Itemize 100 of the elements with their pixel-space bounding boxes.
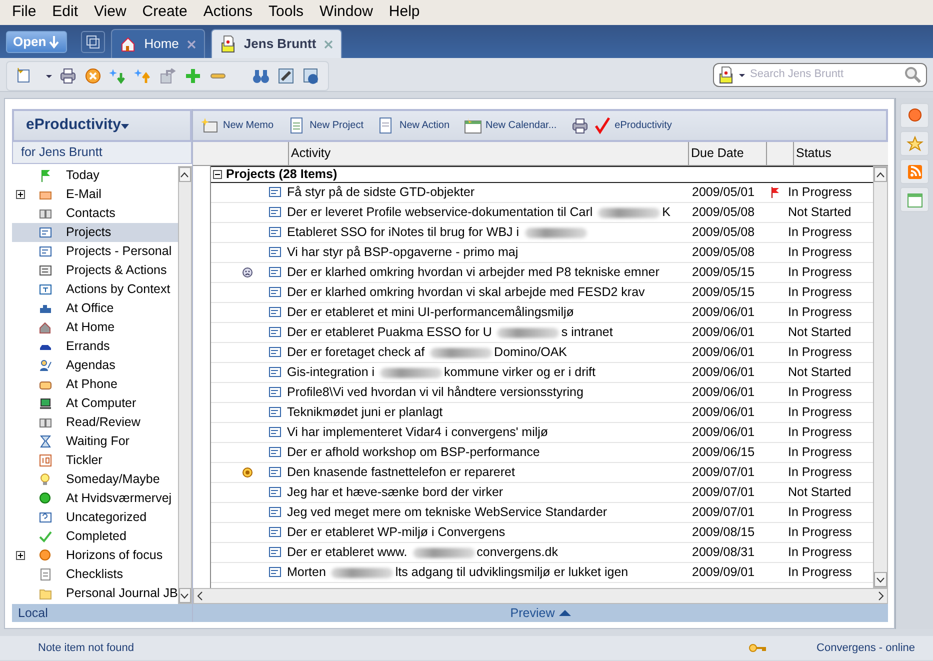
collapse-icon[interactable]	[213, 170, 222, 179]
sidebar-item[interactable]: Contacts	[12, 204, 178, 223]
table-row[interactable]: Der er etableret Puakma ESSO for U s intranet 2009/06/01 Not Started	[211, 323, 873, 343]
sidebar-item[interactable]: E-Mail	[12, 185, 178, 204]
expand-icon[interactable]	[16, 190, 25, 199]
sparkle-down-arrow-icon[interactable]	[109, 66, 127, 84]
sidebar-item[interactable]: Errands	[12, 337, 178, 356]
table-row[interactable]: Der er etableret WP-miljø i Convergens 2009/08/15 In Progress	[211, 523, 873, 543]
stop-icon[interactable]	[84, 66, 102, 84]
circle-icon	[39, 492, 52, 505]
scrollbar[interactable]	[178, 166, 192, 604]
table-cell-text: Teknikmødet juni er planlagt	[287, 404, 444, 422]
table-row[interactable]: Der er leveret Profile webservice-dokumentation til Carl K 2009/05/08 Not Started	[211, 203, 873, 223]
sidebar-item[interactable]: At Office	[12, 299, 178, 318]
memo-icon	[269, 187, 281, 198]
expand-icon[interactable]	[16, 551, 25, 560]
preview-toggle[interactable]: Preview	[193, 604, 888, 622]
table-row[interactable]: Der er foretaget check af Domino/OAK 2009/06/01 In Progress	[211, 343, 873, 363]
table-cell-text: 2009/05/08	[691, 224, 756, 242]
windows-icon	[86, 35, 100, 49]
table-row[interactable]: Få styr på de sidste GTD-objekter 2009/05/01 In Progress	[211, 183, 873, 203]
connection-status[interactable]: Convergens - online	[816, 640, 915, 656]
sidebar-item[interactable]: At Hvidsværmervej	[12, 489, 178, 508]
table-row[interactable]: Vi har implementeret Vidar4 i convergens' miljø 2009/06/01 In Progress	[211, 423, 873, 443]
toolbar-button[interactable]: New Action	[377, 116, 450, 134]
printer-icon[interactable]	[570, 116, 589, 134]
toolbar-button[interactable]: New Calendar...	[464, 116, 557, 134]
menu-item[interactable]: Help	[380, 1, 428, 24]
window-switcher-button[interactable]	[81, 31, 106, 53]
sidebar-item[interactable]: Tickler	[12, 451, 178, 470]
menu-item[interactable]: View	[86, 1, 134, 24]
table-row[interactable]: Jeg har et hæve-sænke bord der virker 2009/07/01 Not Started	[211, 483, 873, 503]
sidebar-item[interactable]: Projects	[12, 223, 178, 242]
table-row[interactable]: Teknikmødet juni er planlagt 2009/06/01 In Progress	[211, 403, 873, 423]
sidebar-app-button[interactable]	[900, 131, 929, 156]
sidebar-item[interactable]: Projects - Personal	[12, 242, 178, 261]
table-row[interactable]: Der er klarhed omkring hvordan vi arbejder med P8 tekniske emner 2009/05/15 In Progress	[211, 263, 873, 283]
sidebar-app-button[interactable]	[900, 103, 929, 128]
sidebar-item[interactable]: Someday/Maybe	[12, 470, 178, 489]
tab[interactable]: Jens Bruntt	[210, 29, 342, 58]
sidebar-app-button[interactable]	[900, 159, 929, 184]
menu-item[interactable]: File	[4, 1, 44, 24]
table-row[interactable]: Der er klarhed omkring hvordan vi skal arbejde med FESD2 krav 2009/05/15 In Progress	[211, 283, 873, 303]
book-icon	[39, 207, 52, 220]
sidebar-item[interactable]: At Phone	[12, 375, 178, 394]
envelope-icon	[718, 66, 734, 84]
sidebar-item[interactable]: At Computer	[12, 394, 178, 413]
column-header[interactable]: Activity	[288, 142, 688, 165]
subtitle: for Jens Bruntt	[12, 142, 192, 164]
sparkle-up-arrow-icon[interactable]	[134, 66, 152, 84]
menu-item[interactable]: Edit	[44, 1, 86, 24]
printer-icon[interactable]	[59, 66, 77, 84]
table-row[interactable]: Etableret SSO for iNotes til brug for WBJ i 2009/05/08 In Progress	[211, 223, 873, 243]
table-row[interactable]: Der er afhold workshop om BSP-performance 2009/06/15 In Progress	[211, 443, 873, 463]
menu-item[interactable]: Actions	[195, 1, 261, 24]
menu-item[interactable]: Create	[134, 1, 196, 24]
toolbar-button[interactable]: New Memo	[201, 116, 274, 134]
table-cell-text: 2009/06/01	[691, 304, 756, 322]
table-cell-text: 2009/07/01	[691, 504, 756, 522]
toolbar-button[interactable]: eProductivity	[592, 116, 672, 134]
sidebar-item[interactable]: Agendas	[12, 356, 178, 375]
menu-item[interactable]: Tools	[260, 1, 312, 24]
table-cell-text: 2009/06/01	[691, 364, 756, 382]
menu-item[interactable]: Window	[312, 1, 381, 24]
table-row[interactable]: Jeg ved meget mere om tekniske WebService Standarder 2009/07/01 In Progress	[211, 503, 873, 523]
sidebar-item[interactable]: Horizons of focus	[12, 546, 178, 565]
table-row[interactable]: Profile8\Vi ved hvordan vi vil håndtere versionsstyring 2009/06/01 In Progress	[211, 383, 873, 403]
toolbar-button[interactable]: New Project	[288, 116, 364, 134]
sidebar-item[interactable]: Read/Review	[12, 413, 178, 432]
table-row[interactable]: Der er etableret www. convergens.dk 2009/08/31 In Progress	[211, 543, 873, 563]
sidebar-item[interactable]: Projects & Actions	[12, 261, 178, 280]
priority-icon	[242, 467, 252, 478]
table-row[interactable]: Der er etableret et mini UI-performancemålingsmiljø 2009/06/01 In Progress	[211, 303, 873, 323]
sidebar-item[interactable]: Personal Journal JB	[12, 584, 178, 603]
memo-icon	[269, 287, 281, 298]
sidebar-item[interactable]: Actions by Context	[12, 280, 178, 299]
sidebar-item[interactable]: Completed	[12, 527, 178, 546]
tab[interactable]: Home	[111, 29, 205, 58]
table-cell-text: In Progress	[788, 524, 853, 542]
search-icon[interactable]	[904, 66, 922, 84]
sidebar-item[interactable]: Today	[12, 166, 178, 185]
flag-icon	[39, 169, 52, 182]
sidebar-item[interactable]: At Home	[12, 318, 178, 337]
table-row[interactable]: Morten lts adgang til udviklingsmiljø er lukket igen 2009/09/01 In Progress	[211, 563, 873, 583]
sidebar-item[interactable]: Waiting For	[12, 432, 178, 451]
table-cell: Etableret SSO for iNotes til brug for WBJ i	[287, 223, 685, 242]
table-row[interactable]: Den knasende fastnettelefon er repareret 2009/07/01 In Progress	[211, 463, 873, 483]
sidebar-item[interactable]: Uncategorized	[12, 508, 178, 527]
close-icon[interactable]	[186, 40, 196, 48]
table-cell-text: 2009/06/01	[691, 404, 756, 422]
app-menu-button[interactable]: eProductivity	[26, 114, 130, 137]
table-row[interactable]: Gis-integration i kommune virker og er i drift 2009/06/01 Not Started	[211, 363, 873, 383]
column-header[interactable]: Due Date	[688, 142, 766, 165]
column-header[interactable]: Status	[793, 142, 871, 165]
table-row[interactable]: Vi har styr på BSP-opgaverne - primo maj 2009/05/08 In Progress	[211, 243, 873, 263]
search-field[interactable]: Search Jens Bruntt	[713, 62, 927, 86]
sidebar-app-button[interactable]	[900, 187, 929, 212]
sidebar-item[interactable]: Checklists	[12, 565, 178, 584]
scrollbar[interactable]	[873, 166, 888, 588]
horizontal-scrollbar[interactable]	[193, 588, 888, 604]
